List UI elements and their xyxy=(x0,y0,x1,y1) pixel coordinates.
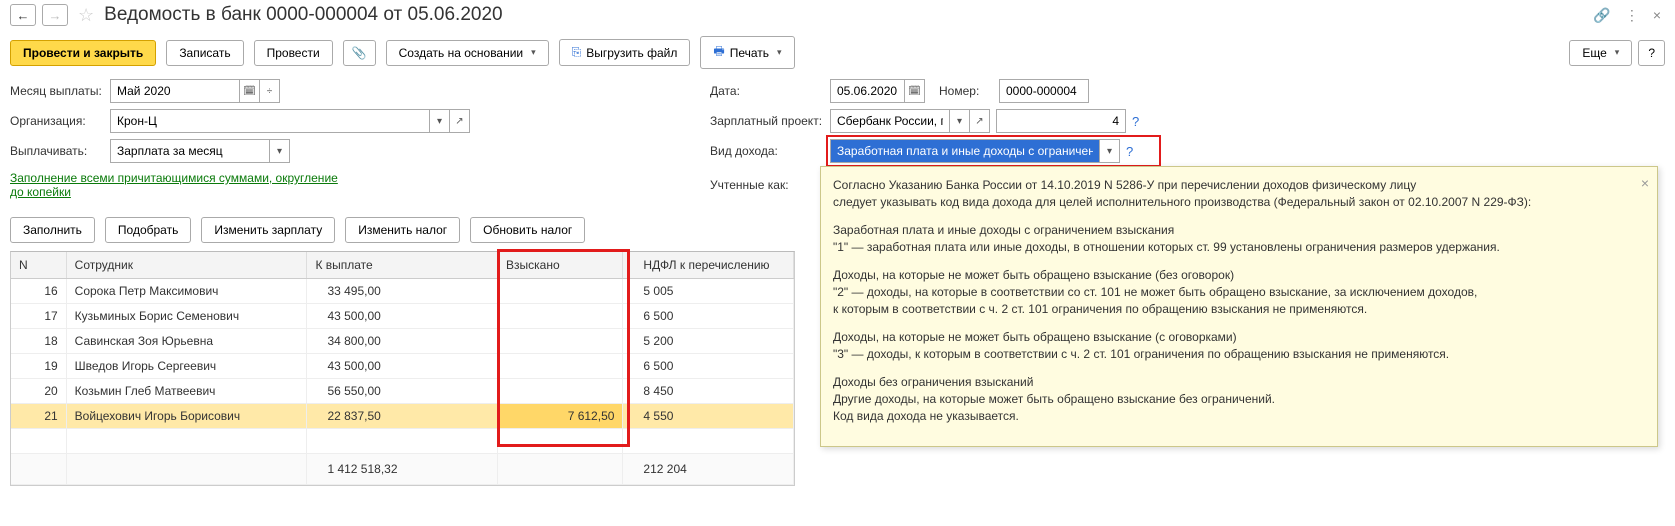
zp-dropdown-icon[interactable] xyxy=(950,109,970,133)
post-and-close-button[interactable]: Провести и закрыть xyxy=(10,40,156,66)
create-based-on-button[interactable]: Создать на основании▾ xyxy=(386,40,549,66)
change-tax-button[interactable]: Изменить налог xyxy=(345,217,460,243)
nav-back-button[interactable]: ← xyxy=(10,4,36,26)
zp-project-input[interactable] xyxy=(830,109,950,133)
printer-icon: 🖶 xyxy=(713,42,724,63)
grid-header-row: N Сотрудник К выплате Взыскано НДФЛ к пе… xyxy=(11,252,794,279)
month-input[interactable] xyxy=(110,79,240,103)
post-button[interactable]: Провести xyxy=(254,40,333,66)
date-input[interactable] xyxy=(830,79,905,103)
export-icon: ⎘ xyxy=(572,45,582,60)
table-row[interactable]: 17 Кузьминых Борис Семенович 43 500,00 6… xyxy=(11,304,794,329)
income-help-icon[interactable]: ? xyxy=(1126,144,1133,159)
table-row-selected[interactable]: 21 Войцехович Игорь Борисович 22 837,50 … xyxy=(11,404,794,429)
zp-help-icon[interactable]: ? xyxy=(1132,114,1139,129)
month-stepper[interactable]: ÷ xyxy=(260,79,280,103)
zp-open-icon[interactable]: ↗ xyxy=(970,109,990,133)
pay-label: Выплачивать: xyxy=(10,144,110,158)
number-label: Номер: xyxy=(939,84,999,98)
attach-button[interactable]: 📎 xyxy=(343,40,376,66)
favorite-star-icon[interactable]: ☆ xyxy=(78,5,94,26)
income-label: Вид дохода: xyxy=(710,144,830,158)
org-dropdown-icon[interactable] xyxy=(430,109,450,133)
export-file-button[interactable]: ⎘Выгрузить файл xyxy=(559,39,691,66)
month-calendar-icon[interactable]: 🗓 xyxy=(240,79,260,103)
pay-dropdown-icon[interactable] xyxy=(270,139,290,163)
fill-button[interactable]: Заполнить xyxy=(10,217,95,243)
table-row-empty[interactable] xyxy=(11,429,794,454)
table-row[interactable]: 16 Сорока Петр Максимович 33 495,00 5 00… xyxy=(11,279,794,304)
income-type-input[interactable] xyxy=(830,139,1100,163)
col-employee-header[interactable]: Сотрудник xyxy=(66,252,307,279)
update-tax-button[interactable]: Обновить налог xyxy=(470,217,585,243)
org-input[interactable] xyxy=(110,109,430,133)
date-label: Дата: xyxy=(710,84,830,98)
employees-grid[interactable]: N Сотрудник К выплате Взыскано НДФЛ к пе… xyxy=(10,251,795,486)
page-title: Ведомость в банк 0000-000004 от 05.06.20… xyxy=(104,4,502,26)
col-ndfl-header[interactable]: НДФЛ к перечислению xyxy=(623,252,794,279)
save-button[interactable]: Записать xyxy=(166,40,243,66)
table-row[interactable]: 20 Козьмин Глеб Матвеевич 56 550,00 8 45… xyxy=(11,379,794,404)
fill-settings-link[interactable]: Заполнение всеми причитающимися суммами,… xyxy=(10,169,350,201)
close-icon[interactable]: × xyxy=(1649,5,1665,25)
nav-forward-button[interactable]: → xyxy=(42,4,68,26)
tooltip-paragraph: Доходы без ограничения взысканий Другие … xyxy=(833,374,1633,426)
tooltip-close-icon[interactable]: × xyxy=(1641,173,1649,193)
change-salary-button[interactable]: Изменить зарплату xyxy=(201,217,335,243)
paperclip-icon: 📎 xyxy=(352,46,367,60)
number-input[interactable] xyxy=(999,79,1089,103)
table-row[interactable]: 19 Шведов Игорь Сергеевич 43 500,00 6 50… xyxy=(11,354,794,379)
col-n-header[interactable]: N xyxy=(11,252,66,279)
tooltip-paragraph: Заработная плата и иные доходы с огранич… xyxy=(833,222,1633,257)
org-open-icon[interactable]: ↗ xyxy=(450,109,470,133)
zp-label: Зарплатный проект: xyxy=(710,114,830,128)
ndfl-total: 212 204 xyxy=(623,454,794,485)
date-calendar-icon[interactable]: 🗓 xyxy=(905,79,925,103)
pay-input[interactable] xyxy=(110,139,270,163)
income-type-tooltip: × Согласно Указанию Банка России от 14.1… xyxy=(820,166,1658,447)
table-row[interactable]: 18 Савинская Зоя Юрьевна 34 800,00 5 200 xyxy=(11,329,794,354)
org-label: Организация: xyxy=(10,114,110,128)
main-toolbar: Провести и закрыть Записать Провести 📎 С… xyxy=(0,30,1675,75)
print-button[interactable]: 🖶Печать▾ xyxy=(700,36,794,69)
pay-total: 1 412 518,32 xyxy=(307,454,498,485)
link-icon[interactable]: 🔗 xyxy=(1589,5,1614,26)
col-pay-header[interactable]: К выплате xyxy=(307,252,498,279)
zp-number-input[interactable] xyxy=(996,109,1126,133)
help-button[interactable]: ? xyxy=(1638,40,1665,66)
col-collected-header[interactable]: Взыскано xyxy=(498,252,623,279)
tooltip-paragraph: Доходы, на которые не может быть обращен… xyxy=(833,267,1633,319)
month-label: Месяц выплаты: xyxy=(10,84,110,98)
tooltip-paragraph: Согласно Указанию Банка России от 14.10.… xyxy=(833,177,1633,212)
accounted-label: Учтенные как: xyxy=(710,178,830,192)
window-header: ← → ☆ Ведомость в банк 0000-000004 от 05… xyxy=(0,0,1675,30)
grid-footer-row: 1 412 518,32 212 204 xyxy=(11,454,794,485)
kebab-menu-icon[interactable]: ⋮ xyxy=(1621,5,1643,26)
pick-button[interactable]: Подобрать xyxy=(105,217,191,243)
more-button[interactable]: Еще▾ xyxy=(1569,40,1632,66)
income-dropdown-icon[interactable] xyxy=(1100,139,1120,163)
tooltip-paragraph: Доходы, на которые не может быть обращен… xyxy=(833,329,1633,364)
